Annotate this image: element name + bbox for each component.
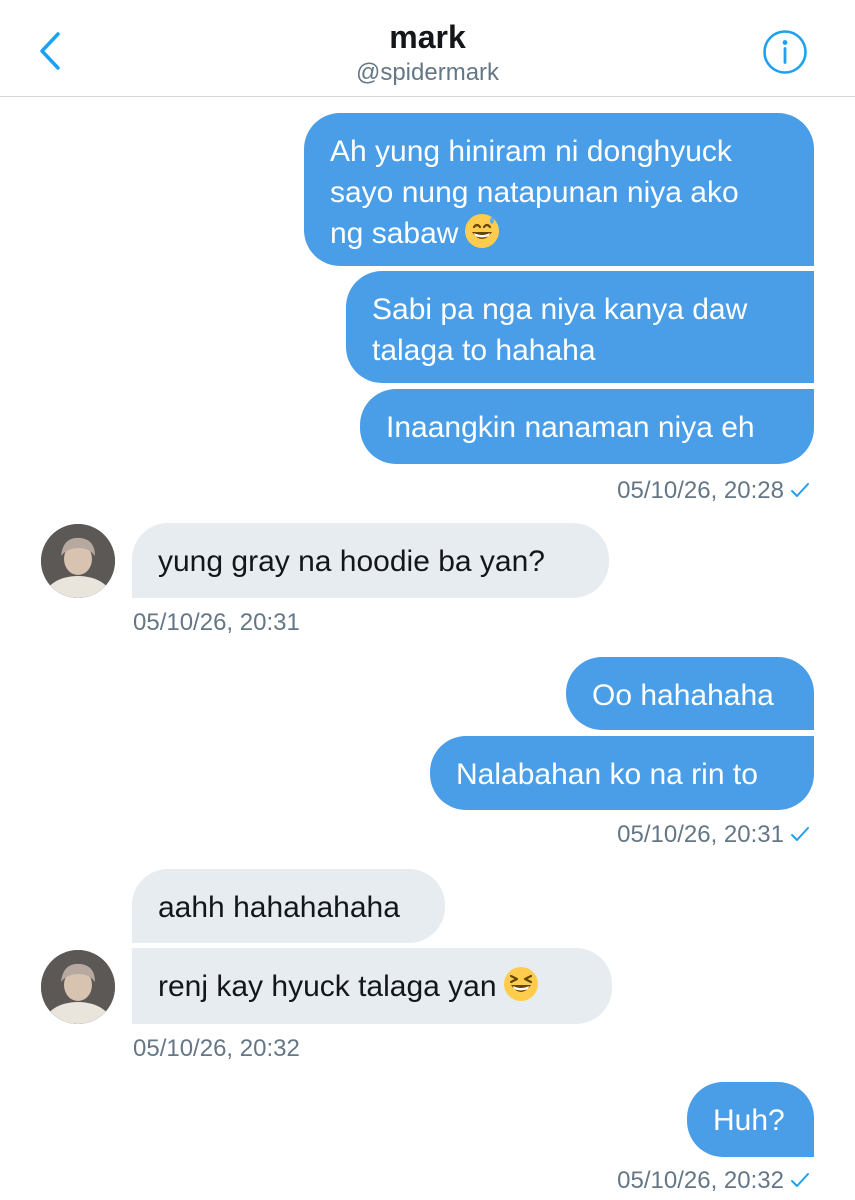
conversation-title-block[interactable]: mark @spidermark <box>0 16 855 88</box>
message-text-line: Sabi pa nga niya kanya daw <box>372 293 748 326</box>
message-text-line: ng sabaw <box>330 213 788 260</box>
avatar[interactable] <box>41 524 115 598</box>
message-timestamp: 05/10/26, 20:31 <box>133 608 300 638</box>
message-bubble-sent[interactable]: Inaangkin nanaman niya eh <box>360 389 814 464</box>
message-text-line: sayo nung natapunan niya ako <box>330 176 739 209</box>
message-text-line: Ah yung hiniram ni donghyuck <box>330 135 732 168</box>
message-text-line: Oo hahahaha <box>592 679 774 712</box>
message-timestamp: 05/10/26, 20:28 <box>617 476 810 508</box>
timestamp-text: 05/10/26, 20:31 <box>617 821 784 848</box>
info-icon <box>763 30 807 74</box>
message-timestamp: 05/10/26, 20:31 <box>617 820 810 852</box>
checkmark-icon <box>790 478 810 508</box>
message-text-line: Inaangkin nanaman niya eh <box>386 411 755 444</box>
message-bubble-received[interactable]: yung gray na hoodie ba yan? <box>132 523 609 598</box>
message-text-line: Huh? <box>713 1104 785 1137</box>
timestamp-text: 05/10/26, 20:31 <box>133 609 300 636</box>
message-bubble-sent[interactable]: Oo hahahaha <box>566 657 814 730</box>
timestamp-text: 05/10/26, 20:32 <box>617 1167 784 1194</box>
grinning-face-with-sweat-icon <box>464 213 500 260</box>
message-text-line: talaga to hahaha <box>372 334 596 367</box>
dm-conversation-screen: mark @spidermark Ah yung hiniram ni dong… <box>0 0 855 1200</box>
info-button[interactable] <box>762 29 808 75</box>
avatar[interactable] <box>41 950 115 1024</box>
message-bubble-sent[interactable]: Huh? <box>687 1082 814 1157</box>
message-text-line: yung gray na hoodie ba yan? <box>158 545 545 578</box>
timestamp-text: 05/10/26, 20:28 <box>617 477 784 504</box>
message-text-line: Nalabahan ko na rin to <box>456 758 758 791</box>
message-bubble-received[interactable]: aahh hahahahaha <box>132 869 445 943</box>
laughing-squinting-face-icon <box>503 966 539 1013</box>
message-timestamp: 05/10/26, 20:32 <box>133 1034 300 1064</box>
page-title: mark <box>389 19 466 55</box>
message-timestamp: 05/10/26, 20:32 <box>617 1166 810 1198</box>
checkmark-icon <box>790 1168 810 1198</box>
checkmark-icon <box>790 822 810 852</box>
message-text-line: renj kay hyuck talaga yan <box>158 966 586 1013</box>
message-bubble-sent[interactable]: Ah yung hiniram ni donghyuck sayo nung n… <box>304 113 814 266</box>
message-text-line: aahh hahahahaha <box>158 891 400 924</box>
message-bubble-sent[interactable]: Nalabahan ko na rin to <box>430 736 814 810</box>
message-bubble-received[interactable]: renj kay hyuck talaga yan <box>132 948 612 1024</box>
message-bubble-sent[interactable]: Sabi pa nga niya kanya daw talaga to hah… <box>346 271 814 383</box>
conversation-header: mark @spidermark <box>0 0 855 97</box>
timestamp-text: 05/10/26, 20:32 <box>133 1035 300 1062</box>
user-handle: @spidermark <box>355 59 500 86</box>
